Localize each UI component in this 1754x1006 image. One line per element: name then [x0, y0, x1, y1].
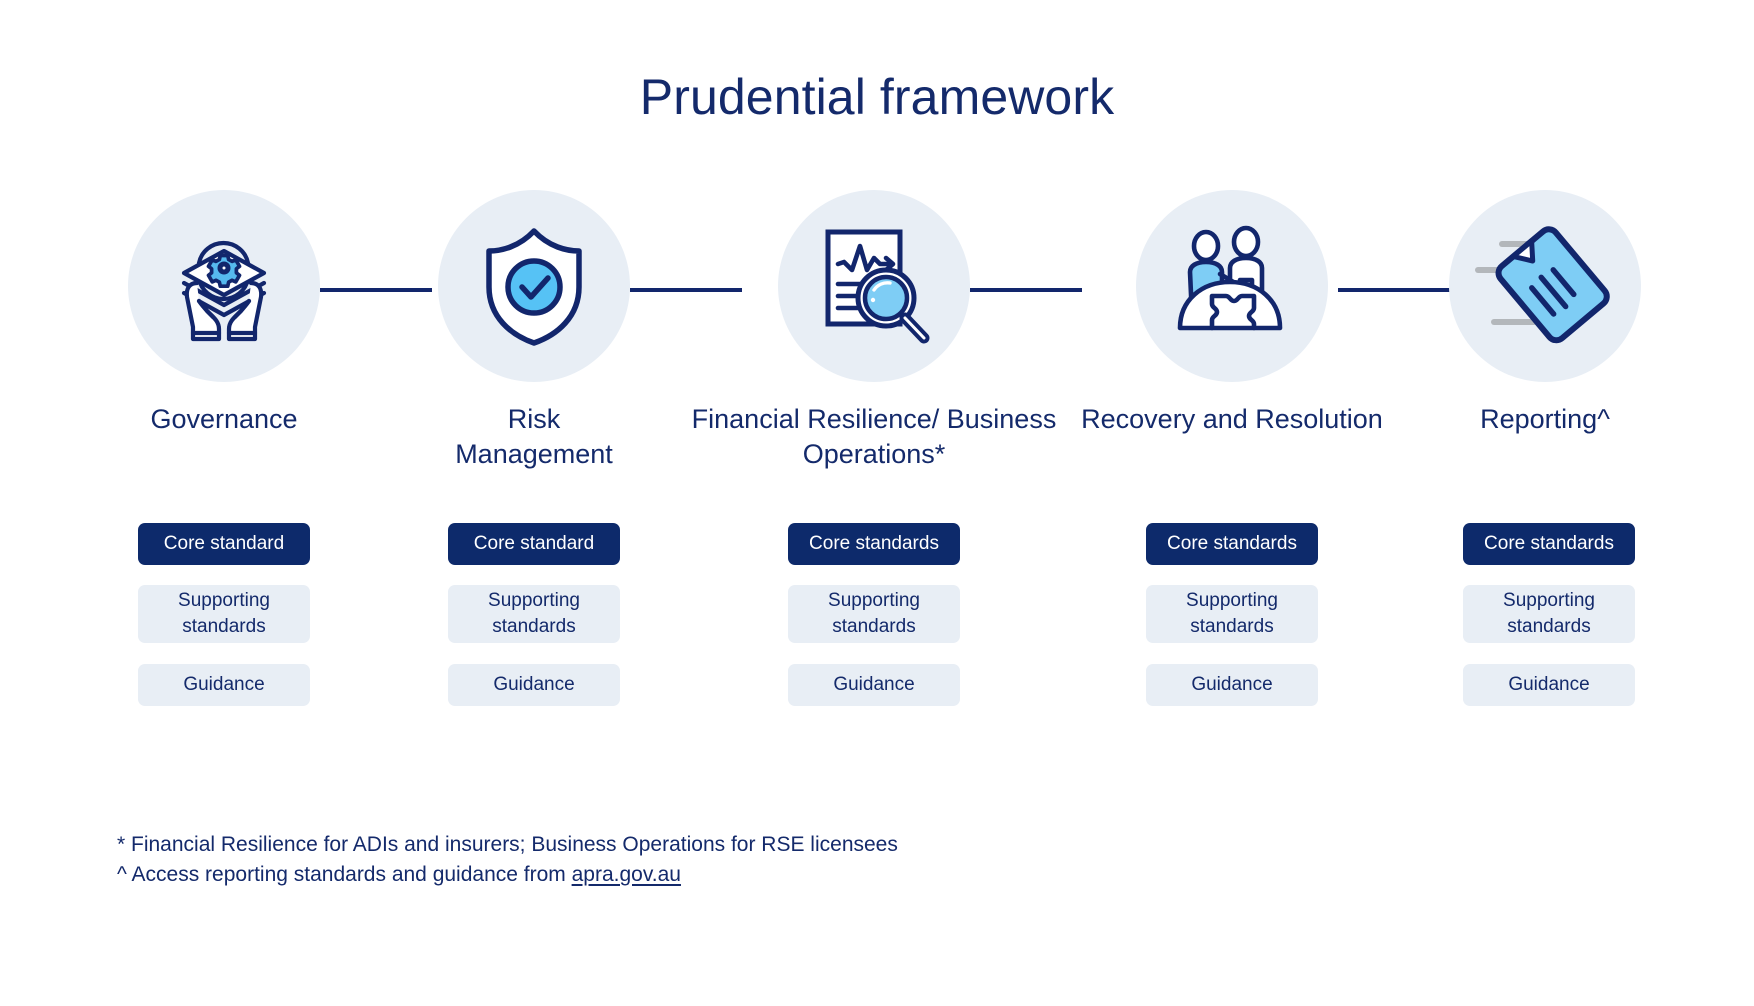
prudential-framework-diagram: Prudential framework Governance Core sta…: [0, 0, 1754, 1006]
supporting-standards-box-governance[interactable]: Supporting standards: [138, 585, 310, 643]
guidance-box-governance[interactable]: Guidance: [138, 664, 310, 706]
column-label-financial-resilience: Financial Resilience/ Business Operation…: [691, 404, 1057, 469]
guidance-box-risk-management[interactable]: Guidance: [448, 664, 620, 706]
supporting-standards-box-risk-management[interactable]: Supporting standards: [448, 585, 620, 643]
footnote-caret: ^ Access reporting standards and guidanc…: [117, 860, 898, 890]
core-standards-box-reporting[interactable]: Core standards: [1463, 523, 1635, 565]
column-label-recovery-resolution: Recovery and Resolution: [1081, 404, 1383, 434]
core-standards-box-recovery-resolution[interactable]: Core standards: [1146, 523, 1318, 565]
flying-document-icon: [1449, 190, 1641, 382]
supporting-standards-box-financial-resilience[interactable]: Supporting standards: [788, 585, 960, 643]
supporting-standards-box-reporting[interactable]: Supporting standards: [1463, 585, 1635, 643]
footnote-asterisk: * Financial Resilience for ADIs and insu…: [117, 833, 898, 856]
column-label-governance: Governance: [150, 404, 298, 434]
people-puzzle-hill-icon: [1136, 190, 1328, 382]
box-stack-reporting: Core standards Supporting standards Guid…: [1463, 523, 1635, 706]
box-stack-financial-resilience: Core standards Supporting standards Guid…: [788, 523, 960, 706]
box-stack-recovery-resolution: Core standards Supporting standards Guid…: [1146, 523, 1318, 706]
core-standards-box-financial-resilience[interactable]: Core standards: [788, 523, 960, 565]
box-stack-risk-management: Core standard Supporting standards Guida…: [448, 523, 620, 706]
guidance-box-recovery-resolution[interactable]: Guidance: [1146, 664, 1318, 706]
core-standard-box-risk-management[interactable]: Core standard: [448, 523, 620, 565]
core-standard-box-governance[interactable]: Core standard: [138, 523, 310, 565]
footnote-caret-text: ^ Access reporting standards and guidanc…: [117, 863, 572, 886]
supporting-standards-box-recovery-resolution[interactable]: Supporting standards: [1146, 585, 1318, 643]
document-magnifier-icon: [778, 190, 970, 382]
guidance-box-reporting[interactable]: Guidance: [1463, 664, 1635, 706]
apra-website-link[interactable]: apra.gov.au: [572, 863, 681, 886]
footnotes: * Financial Resilience for ADIs and insu…: [117, 830, 898, 890]
column-label-reporting: Reporting^: [1480, 404, 1610, 434]
column-label-risk-management: Risk Management: [455, 404, 613, 469]
shield-check-icon: [438, 190, 630, 382]
hands-holding-layers-gear-icon: [128, 190, 320, 382]
guidance-box-financial-resilience[interactable]: Guidance: [788, 664, 960, 706]
box-stack-governance: Core standard Supporting standards Guida…: [138, 523, 310, 706]
